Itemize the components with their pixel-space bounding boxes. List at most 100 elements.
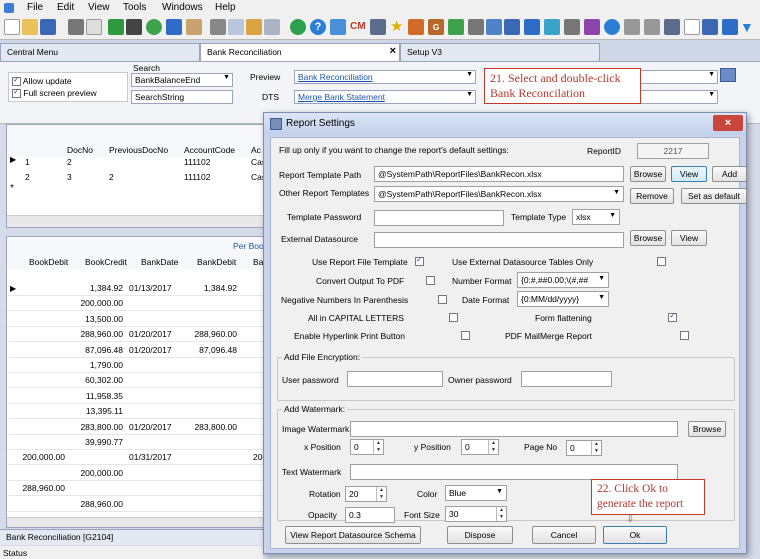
up-arrow-icon[interactable] (108, 19, 124, 35)
table-cell[interactable]: 87,096.48 (199, 345, 237, 355)
remove-template-button[interactable]: Remove (630, 188, 674, 204)
table-cell[interactable]: 288,960.00 (22, 483, 65, 493)
column-header-previousdocno[interactable]: PreviousDocNo (109, 145, 168, 155)
export-icon[interactable] (126, 19, 142, 35)
menu-view[interactable]: View (88, 2, 110, 13)
convert-pdf-checkbox[interactable] (426, 276, 436, 286)
page-no-spinner[interactable]: 0 ▲ ▼ (566, 440, 602, 456)
template-password-field[interactable] (374, 210, 504, 226)
table-cell[interactable]: 87,096.48 (85, 345, 123, 355)
menu-edit[interactable]: Edit (57, 2, 74, 13)
grid-icon[interactable] (264, 19, 280, 35)
use-template-checkbox[interactable] (415, 255, 424, 267)
column-header-docno[interactable]: DocNo (67, 145, 93, 155)
rotation-spinner[interactable]: 20 ▲ ▼ (345, 486, 387, 502)
table-cell[interactable]: 01/20/2017 (129, 345, 172, 355)
help-icon[interactable]: ? (310, 19, 326, 35)
check-icon[interactable] (290, 19, 306, 35)
spinner-arrows-icon[interactable]: ▲ ▼ (376, 487, 386, 501)
column-header-bookcredit[interactable]: BookCredit (85, 257, 127, 267)
user-password-field[interactable] (347, 371, 443, 387)
sort-icon[interactable] (664, 19, 680, 35)
template-path-field[interactable]: @SystemPath\ReportFiles\BankRecon.xlsx (374, 166, 624, 182)
pin-icon[interactable] (468, 19, 484, 35)
dts-combo[interactable]: Merge Bank Statement ▼ (294, 90, 476, 104)
tab-bank-reconciliation[interactable]: Bank Reconciliation × (200, 43, 400, 61)
table-cell[interactable]: 13,500.00 (85, 314, 123, 324)
table-cell[interactable]: 1,790.00 (90, 360, 123, 370)
tools-icon[interactable] (370, 19, 386, 35)
capital-letters-checkbox[interactable] (449, 313, 459, 323)
table-row-2-previousdocno[interactable]: 2 (109, 172, 114, 182)
cut-icon[interactable] (210, 19, 226, 35)
undo-icon[interactable] (166, 19, 182, 35)
opacity-field[interactable]: 0.3 (345, 507, 395, 523)
table-cell[interactable]: 288,960.00 (80, 499, 123, 509)
table-cell[interactable]: 01/20/2017 (129, 422, 172, 432)
tab-setup-v3[interactable]: Setup V3 (400, 43, 600, 61)
table-row-2-docno[interactable]: 3 (67, 172, 72, 182)
cm-icon[interactable]: CM (350, 19, 366, 35)
view-schema-button[interactable]: View Report Datasource Schema (285, 526, 421, 544)
table-cell[interactable]: 200,000.00 (22, 452, 65, 462)
cancel-button[interactable]: Cancel (532, 526, 596, 544)
hyperlink-print-checkbox[interactable] (460, 331, 470, 341)
key-icon[interactable] (584, 19, 600, 35)
table-cell[interactable]: 01/20/2017 (129, 329, 172, 339)
text-watermark-field[interactable] (350, 464, 678, 480)
table-row-2-accountcode[interactable]: 111102 (184, 172, 210, 182)
chart-icon[interactable] (448, 19, 464, 35)
external-tables-checkbox[interactable] (656, 257, 666, 267)
template-type-select[interactable]: xlsx ▼ (572, 209, 620, 225)
full-screen-checkbox[interactable] (12, 87, 21, 99)
search-field-combo[interactable]: BankBalanceEnd ▼ (131, 73, 233, 87)
column-header-bankdebit[interactable]: BankDebit (197, 257, 236, 267)
preview-aux-combo[interactable]: ▼ (640, 70, 718, 84)
zoom-in-icon[interactable] (644, 19, 660, 35)
table-cell[interactable]: 11,958.35 (86, 391, 123, 401)
set-as-default-button[interactable]: Set as default (681, 188, 747, 204)
document-icon[interactable] (684, 19, 700, 35)
paste-icon[interactable] (246, 19, 262, 35)
browse-image-button[interactable]: Browse (688, 421, 726, 437)
allow-update-checkbox[interactable] (12, 75, 21, 87)
close-icon[interactable]: × (713, 115, 743, 131)
table-cell[interactable]: 1,384.92 (90, 283, 123, 293)
search-string-input[interactable]: SearchString (131, 90, 233, 104)
negative-parenthesis-checkbox[interactable] (437, 295, 447, 305)
table-cell[interactable]: 13,395.11 (86, 406, 123, 416)
preview-combo[interactable]: Bank Reconciliation ▼ (294, 70, 476, 84)
settings-icon[interactable] (564, 19, 580, 35)
view-template-button[interactable]: View (671, 166, 707, 182)
zoom-out-icon[interactable] (624, 19, 640, 35)
filter-icon[interactable]: ▼ (740, 19, 756, 35)
number-format-select[interactable]: {0:#,##0.00;\(#,## ▼ (517, 272, 609, 288)
font-size-spinner[interactable]: 30 ▲ ▼ (445, 506, 507, 522)
horizontal-scrollbar[interactable] (7, 517, 263, 527)
menu-tools[interactable]: Tools (123, 2, 146, 13)
template-icon[interactable] (330, 19, 346, 35)
menu-windows[interactable]: Windows (162, 2, 203, 13)
table-row-1-no[interactable]: 1 (25, 157, 30, 167)
table-cell[interactable]: 288,960.00 (194, 329, 237, 339)
bottom-tab-bank-reconciliation[interactable]: Bank Reconciliation [G2104] (6, 532, 113, 542)
table-cell[interactable]: 283,800.00 (194, 422, 237, 432)
table-cell[interactable]: 39,990.77 (85, 437, 123, 447)
column-header-bankcredit[interactable]: Ba (253, 257, 263, 267)
form-flattening-checkbox[interactable] (668, 311, 678, 323)
menu-file[interactable]: File (27, 2, 43, 13)
layout-icon[interactable] (702, 19, 718, 35)
menu-help[interactable]: Help (215, 2, 236, 13)
refresh-icon[interactable] (146, 19, 162, 35)
column-header-bookdebit[interactable]: BookDebit (29, 257, 68, 267)
column-header-bankdate[interactable]: BankDate (141, 257, 178, 267)
date-format-select[interactable]: {0:MM/dd/yyyy} ▼ (517, 291, 609, 307)
table-cell[interactable]: 01/13/2017 (129, 283, 172, 293)
table-row-1-docno[interactable]: 2 (67, 157, 72, 167)
owner-password-field[interactable] (521, 371, 612, 387)
print-preview-icon[interactable] (86, 19, 102, 35)
dts-aux-combo[interactable]: ▼ (640, 90, 718, 104)
pdf-mailmerge-checkbox[interactable] (679, 331, 689, 341)
ok-button[interactable]: Ok (603, 526, 667, 544)
print-icon[interactable] (68, 19, 84, 35)
